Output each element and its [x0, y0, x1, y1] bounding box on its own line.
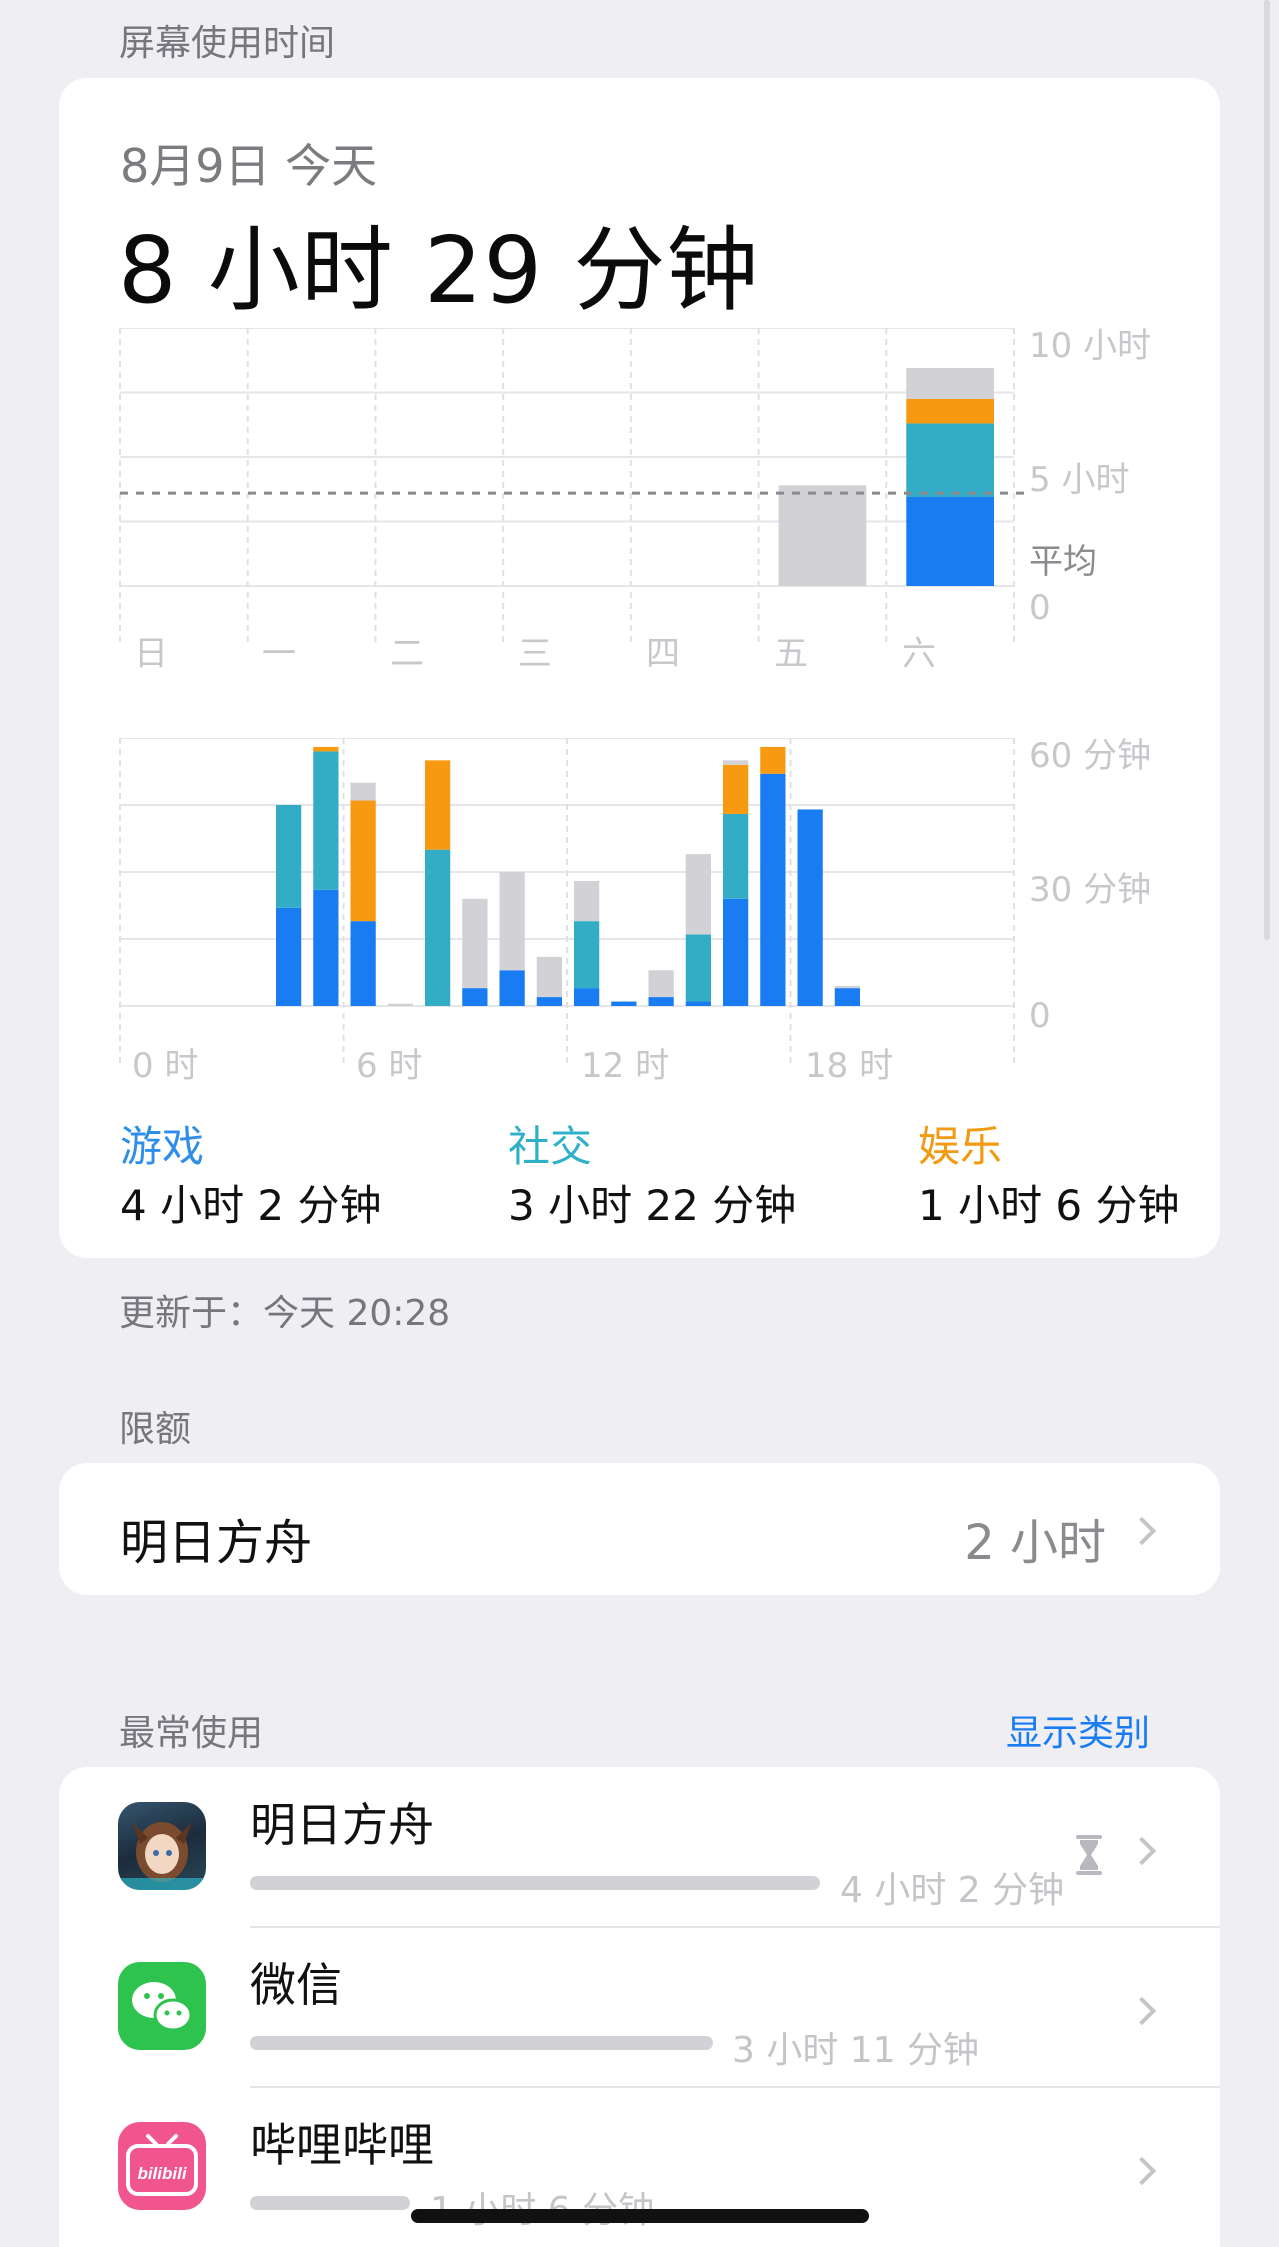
- day-label-wed: 三: [518, 634, 552, 674]
- limit-row[interactable]: 明日方舟 2 小时: [59, 1463, 1220, 1595]
- bar-segment: [425, 849, 451, 1006]
- bar-segment: [834, 988, 860, 1006]
- bar-segment: [536, 956, 562, 998]
- arknights-icon: [118, 1802, 206, 1890]
- app-row-arknights[interactable]: 明日方舟 4 小时 2 分钟: [59, 1767, 1220, 1927]
- hourly-xtick-18: 18 时: [805, 1046, 894, 1086]
- app-row-bilibili[interactable]: bilibili 哔哩哔哩 1 小时 6 分钟: [59, 2087, 1220, 2247]
- summary-card[interactable]: 8月9日 今天 8 小时 29 分钟 10 小时 5 小时 平均 0 日 一 二…: [59, 78, 1220, 1258]
- bar-segment: [276, 805, 302, 908]
- bar-segment: [648, 970, 674, 998]
- bar-segment: [574, 880, 600, 922]
- usage-time: 4 小时 2 分钟: [840, 1870, 1065, 1911]
- bar-segment: [499, 872, 525, 971]
- hourly-ytick-30: 30 分钟: [1029, 870, 1152, 910]
- limit-value: 2 小时: [964, 1515, 1106, 1571]
- chevron-right-icon: [1127, 2156, 1157, 2186]
- bar-segment: [723, 898, 749, 1006]
- bar-segment: [648, 997, 674, 1006]
- most-used-list: 明日方舟 4 小时 2 分钟 微信 3 小时 11 分钟 bilibili 哔哩…: [59, 1767, 1220, 2247]
- screen-time-header: 屏幕使用时间: [119, 23, 336, 64]
- weekly-ytick-0: 0: [1029, 588, 1051, 628]
- bar-segment: [760, 773, 786, 1006]
- app-name: 哔哩哔哩: [250, 2118, 434, 2172]
- wechat-icon: [118, 1962, 206, 2050]
- bar-segment: [778, 485, 867, 586]
- hourly-ytick-0: 0: [1029, 996, 1051, 1036]
- bar-segment: [313, 889, 339, 1006]
- day-label-mon: 一: [262, 634, 296, 674]
- bar-segment: [313, 751, 339, 890]
- app-name: 微信: [250, 1958, 342, 2012]
- chevron-right-icon: [1127, 1516, 1157, 1546]
- bar-segment: [906, 423, 994, 497]
- bar-segment: [350, 921, 376, 1006]
- hourly-xtick-0: 0 时: [132, 1046, 199, 1086]
- updated-timestamp: 更新于：今天 20:28: [119, 1293, 451, 1334]
- category-game-name: 游戏: [120, 1122, 205, 1171]
- bar-segment: [462, 898, 488, 989]
- chevron-right-icon: [1127, 1836, 1157, 1866]
- usage-bar: [250, 1876, 820, 1890]
- category-entertainment-value: 1 小时 6 分钟: [918, 1181, 1180, 1230]
- bar-segment: [611, 1001, 637, 1006]
- bar-segment: [906, 398, 994, 424]
- weekly-ytick-5: 5 小时: [1029, 460, 1130, 500]
- bar-segment: [834, 985, 860, 989]
- home-indicator[interactable]: [411, 2209, 869, 2223]
- bar-segment: [685, 1001, 711, 1006]
- bar-segment: [574, 988, 600, 1006]
- show-categories-link[interactable]: 显示类别: [1006, 1704, 1150, 1756]
- bar-segment: [536, 997, 562, 1006]
- chevron-right-icon: [1127, 1996, 1157, 2026]
- hourly-ytick-60: 60 分钟: [1029, 736, 1152, 776]
- day-label-fri: 五: [774, 634, 808, 674]
- day-label-thu: 四: [646, 634, 680, 674]
- hourglass-icon: [1076, 1835, 1102, 1875]
- bar-segment: [350, 800, 376, 922]
- app-row-wechat[interactable]: 微信 3 小时 11 分钟: [59, 1927, 1220, 2087]
- usage-time: 3 小时 11 分钟: [732, 2030, 980, 2071]
- bar-segment: [425, 760, 451, 850]
- weekly-ytick-10: 10 小时: [1029, 326, 1152, 366]
- day-label-tue: 二: [390, 634, 424, 674]
- day-label-sat: 六: [902, 634, 936, 674]
- category-social-value: 3 小时 22 分钟: [508, 1181, 797, 1230]
- day-label-sun: 日: [134, 634, 168, 674]
- limit-app-name: 明日方舟: [120, 1515, 313, 1571]
- date-label: 8月9日 今天: [120, 139, 378, 193]
- usage-bar: [250, 2036, 713, 2050]
- bar-segment: [760, 746, 786, 774]
- category-social-name: 社交: [508, 1122, 593, 1171]
- usage-time: 1 小时 6 分钟: [430, 2181, 654, 2233]
- app-name: 明日方舟: [250, 1798, 434, 1852]
- limits-header: 限额: [119, 1409, 192, 1450]
- svg-text:bilibili: bilibili: [137, 2164, 187, 2183]
- bar-segment: [499, 970, 525, 1006]
- scroll-indicator: [1264, 0, 1270, 940]
- bar-segment: [313, 746, 339, 752]
- bar-segment: [797, 809, 823, 1006]
- bar-segment: [350, 782, 376, 801]
- bilibili-icon: bilibili: [118, 2122, 206, 2210]
- bar-segment: [462, 988, 488, 1006]
- bar-segment: [723, 813, 749, 899]
- total-usage: 8 小时 29 分钟: [118, 217, 760, 324]
- bar-segment: [276, 907, 302, 1006]
- bar-segment: [387, 1003, 413, 1006]
- hourly-xtick-6: 6 时: [356, 1046, 423, 1086]
- hourly-xtick-12: 12 时: [581, 1046, 670, 1086]
- bar-segment: [906, 367, 994, 399]
- bar-segment: [685, 854, 711, 935]
- bar-segment: [723, 764, 749, 814]
- bar-segment: [723, 760, 749, 765]
- most-used-header: 最常使用: [119, 1713, 264, 1754]
- bar-segment: [574, 921, 600, 989]
- category-game-value: 4 小时 2 分钟: [120, 1181, 382, 1230]
- average-label: 平均: [1029, 542, 1097, 582]
- category-entertainment-name: 娱乐: [918, 1122, 1003, 1171]
- bar-segment: [685, 934, 711, 1002]
- usage-bar: [250, 2196, 410, 2210]
- bar-segment: [906, 496, 994, 586]
